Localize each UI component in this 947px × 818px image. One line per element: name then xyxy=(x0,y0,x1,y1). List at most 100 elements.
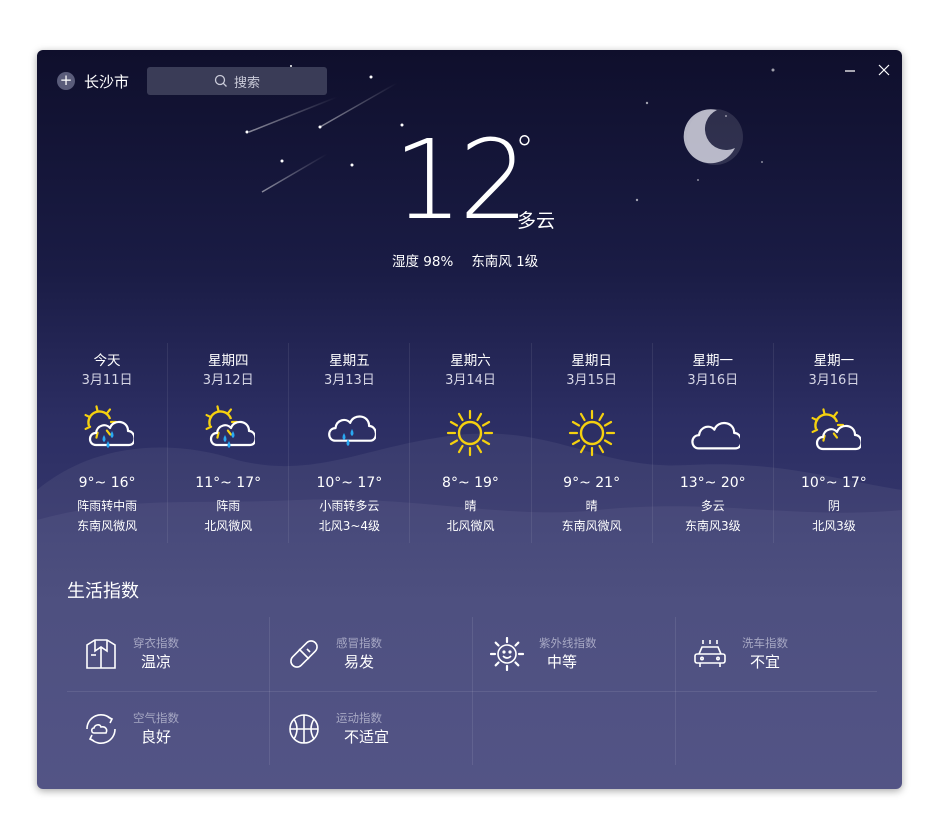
forecast-date: 3月12日 xyxy=(202,373,254,388)
wind: 东南风 1级 xyxy=(471,254,539,270)
forecast-day: 星期一 3月16日 10°~ 17° 阴 北风3级 xyxy=(774,343,894,543)
life-index-grid: 穿衣指数 温凉 感冒指数 易发 紫外线指数 中等 洗车指数 不宜 空气指数 良好… xyxy=(67,617,877,765)
life-index-label: 空气指数 xyxy=(133,711,179,725)
forecast-condition: 小雨转多云 xyxy=(319,499,380,513)
life-index-text: 运动指数 不适宜 xyxy=(336,710,389,748)
car-wash-icon xyxy=(690,634,730,674)
air-cycle-icon xyxy=(81,709,121,749)
life-index-item[interactable]: 紫外线指数 中等 xyxy=(473,617,675,691)
forecast-day-name: 星期四 xyxy=(207,353,249,369)
forecast-condition: 阵雨 xyxy=(216,499,241,513)
sun-icon xyxy=(410,405,530,461)
life-index-item[interactable]: 感冒指数 易发 xyxy=(270,617,472,691)
forecast-date: 3月14日 xyxy=(445,373,496,388)
sun-icon xyxy=(532,405,652,461)
forecast-date: 3月13日 xyxy=(323,373,375,388)
search-placeholder: 搜索 xyxy=(233,75,260,91)
current-temperature: 12 xyxy=(393,116,529,244)
forecast-day: 星期六 3月14日 8°~ 19° 晴 北风微风 xyxy=(410,343,532,543)
life-index-value: 易发 xyxy=(344,653,375,671)
city-name: 长沙市 xyxy=(84,72,130,91)
forecast-day: 今天 3月11日 9°~ 16° 阵雨转中雨 东南风微风 xyxy=(47,343,169,543)
forecast-temp-range: 9°~ 21° xyxy=(563,475,621,491)
meteors xyxy=(248,82,398,193)
search-input[interactable]: 搜索 xyxy=(147,67,327,95)
forecast-wind: 北风微风 xyxy=(446,519,495,533)
forecast-temp-range: 13°~ 20° xyxy=(679,475,746,491)
forecast-list: 今天 3月11日 9°~ 16° 阵雨转中雨 东南风微风 星期四 3月12日 1… xyxy=(47,343,894,543)
life-index-text: 空气指数 良好 xyxy=(133,710,179,748)
forecast-temp-range: 9°~ 16° xyxy=(78,475,136,491)
forecast-date: 3月16日 xyxy=(687,373,739,388)
search-icon xyxy=(214,74,227,87)
life-index-item[interactable]: 穿衣指数 温凉 xyxy=(67,617,269,691)
life-index-label: 洗车指数 xyxy=(742,636,788,650)
life-index-value: 不适宜 xyxy=(344,728,390,746)
forecast-day: 星期四 3月12日 11°~ 17° 阵雨 北风微风 xyxy=(168,343,290,543)
cloud-rain-icon xyxy=(289,405,409,461)
life-index-text: 紫外线指数 中等 xyxy=(539,635,597,673)
forecast-temp-range: 10°~ 17° xyxy=(801,475,867,491)
basketball-icon xyxy=(284,709,324,749)
life-index-value: 良好 xyxy=(141,728,172,746)
life-index-item[interactable]: 洗车指数 不宜 xyxy=(676,617,878,691)
forecast-day-name: 星期一 xyxy=(692,353,734,369)
forecast-wind: 东南风3级 xyxy=(684,519,741,533)
life-index-label: 穿衣指数 xyxy=(133,636,179,650)
forecast-day-name: 星期日 xyxy=(571,353,612,369)
minimize-icon xyxy=(845,70,855,72)
forecast-temp-range: 11°~ 17° xyxy=(195,475,262,491)
life-index-label: 感冒指数 xyxy=(336,636,382,650)
forecast-condition: 阴 xyxy=(827,499,840,513)
cloud-icon xyxy=(653,405,773,461)
forecast-day: 星期五 3月13日 10°~ 17° 小雨转多云 北风3~4级 xyxy=(289,343,411,543)
life-index-item[interactable]: 空气指数 良好 xyxy=(67,692,269,766)
sun-cloud-icon xyxy=(774,405,894,461)
life-index-label: 紫外线指数 xyxy=(539,636,597,650)
weather-window: + 长沙市 搜索 12 ° 多云 湿度 98% 东南风 1级 今天 3月11日 … xyxy=(37,50,902,789)
life-index-label: 运动指数 xyxy=(336,711,382,725)
forecast-date: 3月11日 xyxy=(81,373,133,388)
forecast-temp-range: 8°~ 19° xyxy=(442,475,499,491)
city-selector[interactable]: + 长沙市 xyxy=(57,70,129,92)
forecast-wind: 北风3~4级 xyxy=(318,519,381,533)
forecast-date: 3月15日 xyxy=(566,373,618,388)
forecast-wind: 北风微风 xyxy=(204,519,253,533)
forecast-condition: 阵雨转中雨 xyxy=(77,499,138,513)
close-icon xyxy=(878,64,890,76)
close-button[interactable] xyxy=(872,60,896,80)
forecast-wind: 东南风微风 xyxy=(77,519,138,533)
add-city-button[interactable]: + xyxy=(57,72,75,90)
forecast-day-name: 星期五 xyxy=(329,353,370,369)
humidity: 湿度 98% xyxy=(392,254,454,270)
forecast-temp-range: 10°~ 17° xyxy=(316,475,383,491)
life-index-item[interactable]: 运动指数 不适宜 xyxy=(270,692,472,766)
forecast-condition: 晴 xyxy=(585,499,598,513)
life-index-value: 不宜 xyxy=(750,653,781,671)
life-index-value: 温凉 xyxy=(141,653,172,671)
uv-sun-face-icon xyxy=(487,634,527,674)
degree-symbol: ° xyxy=(515,128,534,172)
forecast-day: 星期一 3月16日 13°~ 20° 多云 东南风3级 xyxy=(653,343,774,543)
current-details: 湿度 98% 东南风 1级 xyxy=(392,250,538,270)
life-index-title: 生活指数 xyxy=(67,581,139,602)
clothing-icon xyxy=(81,634,121,674)
life-index-value: 中等 xyxy=(547,653,578,671)
forecast-date: 3月16日 xyxy=(808,373,860,388)
forecast-day-name: 星期一 xyxy=(813,353,855,369)
life-index-text: 洗车指数 不宜 xyxy=(742,635,788,673)
life-index-text: 感冒指数 易发 xyxy=(336,635,382,673)
life-index-text: 穿衣指数 温凉 xyxy=(133,635,179,673)
forecast-wind: 北风3级 xyxy=(812,519,856,533)
forecast-day: 星期日 3月15日 9°~ 21° 晴 东南风微风 xyxy=(532,343,653,543)
current-condition: 多云 xyxy=(517,210,556,232)
sun-cloud-rain-icon xyxy=(47,405,167,461)
forecast-day-name: 星期六 xyxy=(450,353,491,369)
forecast-day-name: 今天 xyxy=(93,353,121,369)
forecast-wind: 东南风微风 xyxy=(561,519,622,533)
pill-icon xyxy=(284,634,324,674)
minimize-button[interactable] xyxy=(838,60,862,80)
forecast-condition: 多云 xyxy=(700,499,725,513)
moon-icon xyxy=(683,109,743,165)
forecast-condition: 晴 xyxy=(464,499,477,513)
